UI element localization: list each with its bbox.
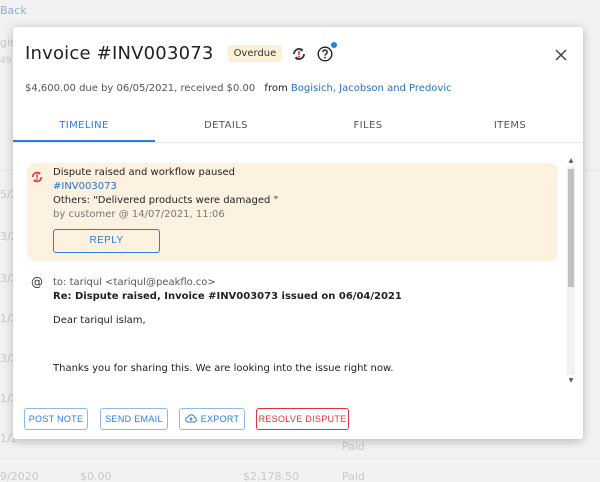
bg-fragment: $0.00 (80, 470, 112, 482)
dispute-icon[interactable] (291, 46, 307, 62)
timeline-list: Dispute raised and workflow paused #INV0… (27, 155, 569, 387)
status-badge: Overdue (227, 45, 283, 62)
dispute-reason: Others: "Delivered products were damaged… (53, 195, 279, 206)
email-body: Thanks you for sharing this. We are look… (53, 363, 394, 374)
close-icon[interactable] (554, 47, 568, 61)
dispute-icon (30, 169, 44, 183)
invoice-summary: $4,600.00 due by 06/05/2021, received $0… (25, 83, 256, 94)
export-label: EXPORT (200, 414, 240, 424)
bg-fragment: Paid (342, 470, 365, 482)
reply-button[interactable]: REPLY (53, 229, 160, 253)
invoice-modal: Invoice #INV003073 Overdue $4,600.00 due… (13, 27, 583, 439)
timeline-scrollbar[interactable]: ▲ ▼ (567, 157, 575, 385)
company-link[interactable]: Bogisich, Jacobson and Predovic (291, 83, 452, 94)
bg-fragment: $2,178.50 (243, 470, 299, 482)
event-meta: by customer @ 14/07/2021, 11:06 (53, 209, 225, 220)
event-title: Dispute raised and workflow paused (53, 167, 236, 178)
resolve-dispute-button[interactable]: RESOLVE DISPUTE (256, 408, 349, 430)
email-greeting: Dear tariqul islam, (53, 315, 146, 326)
scroll-down-icon[interactable]: ▼ (567, 377, 575, 385)
back-link[interactable]: Back (0, 4, 27, 17)
scrollbar-thumb[interactable] (568, 169, 574, 287)
bg-fragment: 9/2020 (0, 470, 39, 482)
from-label: from (264, 83, 288, 94)
tab-items[interactable]: ITEMS (439, 111, 581, 142)
invoice-link[interactable]: #INV003073 (53, 181, 117, 192)
email-subject: Re: Dispute raised, Invoice #INV003073 i… (53, 291, 402, 302)
invoice-summary-line: $4,600.00 due by 06/05/2021, received $0… (25, 83, 452, 94)
modal-header: Invoice #INV003073 Overdue (25, 41, 338, 64)
email-recipient: to: tariqul <tariqul@peakflo.co> (53, 277, 216, 288)
help-icon[interactable] (317, 41, 338, 62)
tab-details[interactable]: DETAILS (155, 111, 297, 142)
bg-fragment: Paid (342, 440, 365, 453)
tab-files[interactable]: FILES (297, 111, 439, 142)
send-email-button[interactable]: SEND EMAIL (100, 408, 168, 430)
dispute-event-card: Dispute raised and workflow paused #INV0… (27, 163, 558, 261)
cloud-upload-icon (184, 410, 197, 423)
at-icon: @ (31, 275, 43, 289)
tab-timeline[interactable]: TIMELINE (13, 111, 155, 142)
post-note-button[interactable]: POST NOTE (24, 408, 88, 430)
export-button[interactable]: EXPORT (179, 408, 245, 430)
tab-bar: TIMELINE DETAILS FILES ITEMS (13, 111, 583, 143)
notification-dot (331, 41, 338, 48)
scroll-up-icon[interactable]: ▲ (567, 157, 575, 165)
bg-fragment: 49 (0, 56, 12, 66)
invoice-title: Invoice #INV003073 (25, 43, 214, 64)
